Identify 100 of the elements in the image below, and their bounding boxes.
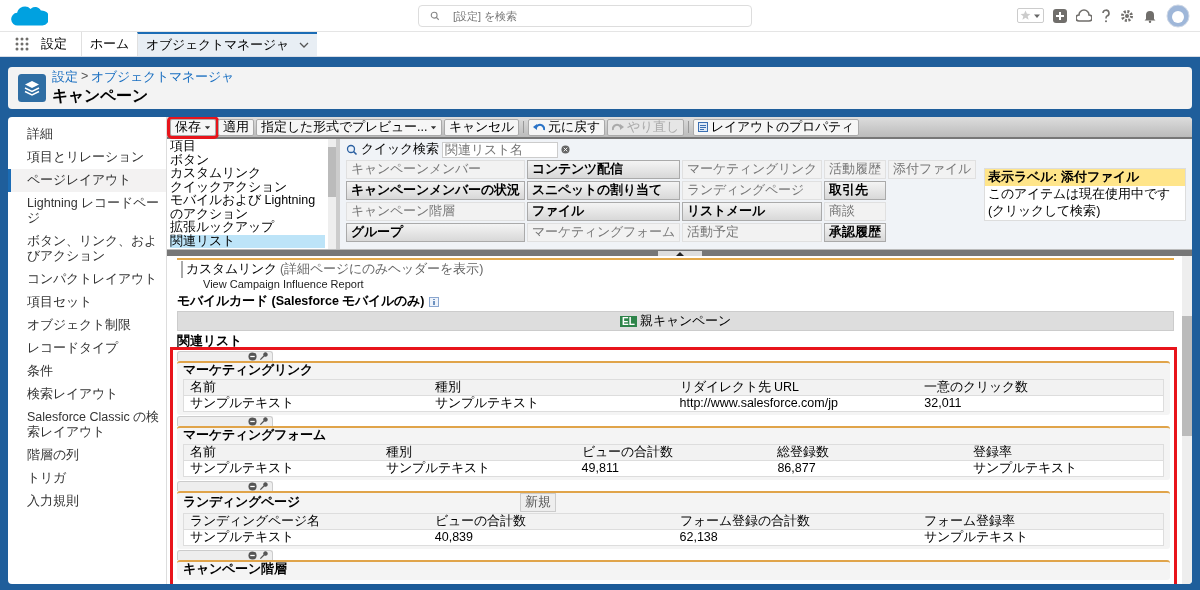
category-item[interactable]: ボタン xyxy=(170,153,325,167)
toolbar-button[interactable]: レイアウトのプロパティ xyxy=(693,118,860,136)
info-icon[interactable] xyxy=(428,296,439,307)
quick-find-field[interactable]: 関連リスト名 xyxy=(442,141,558,158)
palette-item[interactable]: 活動履歴 xyxy=(824,160,886,179)
wrench-icon[interactable] xyxy=(259,551,268,560)
palette-item[interactable]: 取引先 xyxy=(824,181,886,200)
palette-item[interactable]: 活動予定 xyxy=(682,223,822,242)
palette-item[interactable]: キャンペーン階層 xyxy=(346,202,525,221)
wrench-icon[interactable] xyxy=(259,352,268,361)
palette-item[interactable]: キャンペーンメンバー xyxy=(346,160,525,179)
palette-item[interactable]: 商談 xyxy=(824,202,886,221)
palette-item[interactable]: スニペットの割り当て xyxy=(527,181,680,200)
sidebar-item[interactable]: コンパクトレイアウト xyxy=(8,268,166,291)
remove-icon[interactable] xyxy=(248,352,257,361)
table-cell-text: 86,877 xyxy=(776,461,817,476)
palette-item[interactable]: キャンペーンメンバーの状況 xyxy=(346,181,525,200)
sidebar-item[interactable]: 階層の列 xyxy=(8,444,166,467)
toolbar-button[interactable]: キャンセル xyxy=(444,118,520,136)
help-icon[interactable] xyxy=(1101,8,1111,23)
sidebar-item[interactable]: 項目とリレーション xyxy=(8,146,166,169)
bell-icon[interactable] xyxy=(1143,8,1157,23)
table-cell-text: サンプルテキスト xyxy=(189,396,295,411)
column-header: 総登録数 xyxy=(771,445,968,461)
palette-item[interactable]: グループ xyxy=(346,223,525,242)
new-button[interactable]: 新規 xyxy=(520,493,556,512)
custom-link[interactable]: View Campaign Influence Report xyxy=(203,278,1170,290)
column-header: 登録率 xyxy=(967,445,1163,461)
nav-tab[interactable]: オブジェクトマネージャ xyxy=(137,32,317,56)
clear-icon[interactable] xyxy=(561,145,570,154)
sidebar-item[interactable]: Salesforce Classic の検索レイアウト xyxy=(8,406,166,444)
redo-icon xyxy=(612,122,625,132)
category-item[interactable]: カスタムリンク xyxy=(170,167,325,181)
sidebar-item[interactable]: ボタン、リンク、およびアクション xyxy=(8,230,166,268)
wrench-icon[interactable] xyxy=(259,482,268,491)
toolbar-button[interactable]: 元に戻す xyxy=(528,118,606,136)
sidebar-item[interactable]: ページレイアウト xyxy=(8,169,166,192)
section-note: (詳細ページにのみヘッダーを表示) xyxy=(280,261,484,278)
drag-handle[interactable] xyxy=(177,481,273,491)
card-label: 親キャンペーン xyxy=(639,312,731,330)
sidebar-item[interactable]: 条件 xyxy=(8,360,166,383)
palette-item[interactable]: 添付ファイル xyxy=(888,160,976,179)
palette-item[interactable]: リストメール xyxy=(682,202,822,221)
app-name: 設定 xyxy=(41,35,67,53)
wrench-icon[interactable] xyxy=(259,417,268,426)
settings-icon[interactable] xyxy=(1120,8,1134,23)
toolbar-button[interactable]: 保存 xyxy=(170,118,216,136)
palette-item[interactable]: 承認履歴 xyxy=(824,223,886,242)
chevron-down-icon xyxy=(299,42,309,48)
table-cell-text: サンプルテキスト xyxy=(189,461,295,476)
column-header: 一意のクリック数 xyxy=(918,380,1163,396)
palette-item[interactable]: ランディングページ xyxy=(682,181,822,200)
caret-icon xyxy=(430,123,438,131)
drag-handle[interactable] xyxy=(177,416,273,426)
sidebar-item[interactable]: 項目セット xyxy=(8,291,166,314)
remove-icon[interactable] xyxy=(248,417,257,426)
drag-handle[interactable] xyxy=(177,550,273,560)
breadcrumb-link[interactable]: オブジェクトマネージャ xyxy=(91,69,235,86)
remove-icon[interactable] xyxy=(248,482,257,491)
sidebar-item[interactable]: 詳細 xyxy=(8,123,166,146)
column-header: 名前 xyxy=(184,445,380,461)
toolbar-button[interactable]: 指定した形式でプレビュー... xyxy=(256,118,443,136)
palette-item[interactable]: マーケティングリンク xyxy=(682,160,822,179)
palette-item[interactable]: コンテンツ配信 xyxy=(527,160,680,179)
table-cell-text: 32,011 xyxy=(923,396,963,411)
table-cell-text: http://www.salesforce.com/jp xyxy=(678,396,839,411)
toolbar-button[interactable]: 適用 xyxy=(218,118,254,136)
sidebar-item[interactable]: トリガ xyxy=(8,467,166,490)
sidebar-item[interactable]: 入力規則 xyxy=(8,490,166,513)
search-field[interactable]: [設定] を検索 xyxy=(418,4,752,27)
sidebar-item[interactable]: オブジェクト制限 xyxy=(8,314,166,337)
table-cell-text: サンプルテキスト xyxy=(923,530,1030,545)
splitter-handle[interactable] xyxy=(167,250,1192,256)
cloud-outline-icon[interactable] xyxy=(1076,8,1092,23)
scrollbar[interactable] xyxy=(328,139,336,249)
category-item[interactable]: 拡張ルックアップ xyxy=(170,221,325,235)
category-item[interactable]: クイックアクション xyxy=(170,180,325,194)
related-list-title: キャンペーン階層 xyxy=(183,562,287,577)
table-cell-text: サンプルテキスト xyxy=(384,461,491,476)
category-item[interactable]: 項目 xyxy=(170,140,325,154)
related-list-title: ランディングページ xyxy=(183,495,300,510)
sidebar-item[interactable]: レコードタイプ xyxy=(8,337,166,360)
app-launcher-icon[interactable] xyxy=(15,37,29,51)
category-item[interactable]: モバイルおよび Lightning のアクション xyxy=(170,194,325,221)
plus-icon[interactable] xyxy=(1053,8,1067,23)
remove-icon[interactable] xyxy=(248,551,257,560)
page-title: キャンペーン xyxy=(52,86,149,106)
breadcrumb-separator: > xyxy=(81,69,89,85)
section-heading: 関連リスト xyxy=(177,333,243,350)
sidebar-item[interactable]: Lightning レコードページ xyxy=(8,192,166,230)
palette-item[interactable]: ファイル xyxy=(527,202,680,221)
category-item[interactable]: 関連リスト xyxy=(170,234,325,248)
palette-item[interactable]: マーケティングフォーム xyxy=(527,223,680,242)
column-header: ビューの合計数 xyxy=(428,514,674,530)
breadcrumb-link[interactable]: 設定 xyxy=(52,69,78,86)
drag-handle[interactable] xyxy=(177,351,273,361)
sidebar-item[interactable]: 検索レイアウト xyxy=(8,383,166,406)
scrollbar[interactable] xyxy=(1182,256,1192,584)
column-header: ビューの合計数 xyxy=(575,445,772,461)
star-icon xyxy=(1020,10,1031,21)
